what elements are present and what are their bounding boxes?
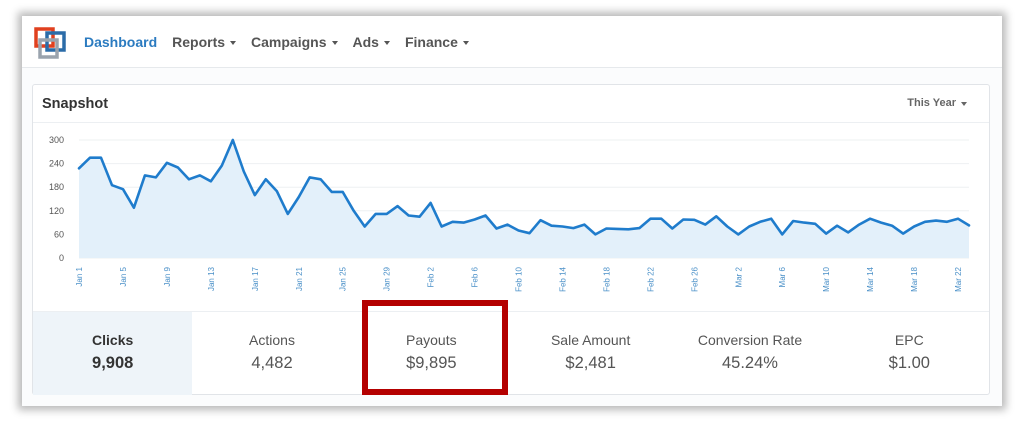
x-tick-label: Feb 22	[646, 266, 655, 291]
x-tick-label: Jan 5	[119, 266, 128, 286]
x-tick-label: Jan 1	[75, 266, 84, 286]
y-tick-label: 60	[54, 229, 64, 239]
stat-label: Sale Amount	[550, 332, 631, 348]
nav-item-ads[interactable]: Ads	[353, 34, 390, 50]
stacked-squares-logo-icon[interactable]	[34, 27, 66, 59]
y-tick-label: 0	[59, 253, 64, 263]
x-tick-label: Jan 13	[207, 266, 216, 291]
x-tick-label: Mar 18	[910, 266, 919, 291]
y-tick-label: 240	[49, 159, 64, 169]
y-tick-label: 300	[49, 135, 64, 145]
stat-value: $2,481	[565, 354, 616, 372]
nav-item-label: Dashboard	[84, 34, 158, 50]
x-tick-label: Mar 10	[822, 266, 831, 291]
x-tick-label: Feb 14	[558, 266, 567, 291]
period-dropdown[interactable]: This Year	[907, 97, 967, 109]
stat-conversion-rate[interactable]: Conversion Rate 45.24%	[670, 312, 829, 395]
x-tick-label: Mar 6	[778, 266, 787, 287]
payouts-highlight-box	[362, 300, 508, 395]
x-tick-label: Mar 22	[954, 266, 963, 291]
y-tick-label: 180	[49, 182, 64, 192]
x-tick-label: Mar 14	[866, 266, 875, 291]
x-tick-label: Mar 2	[734, 266, 743, 287]
y-tick-label: 120	[49, 206, 64, 216]
nav-item-dashboard[interactable]: Dashboard	[84, 34, 157, 50]
stat-actions[interactable]: Actions 4,482	[192, 312, 351, 395]
nav-item-label: Finance	[404, 34, 458, 50]
stat-value: 45.24%	[721, 354, 778, 372]
stats-bar: Clicks 9,908 Actions 4,482 Payouts $9,89…	[33, 311, 989, 395]
x-tick-label: Jan 17	[251, 266, 260, 291]
nav-item-campaigns[interactable]: Campaigns	[251, 34, 338, 50]
caret-down-icon	[961, 101, 967, 106]
x-tick-label: Feb 6	[471, 266, 480, 287]
stat-value: $1.00	[888, 354, 930, 372]
x-tick-label: Jan 29	[383, 266, 392, 291]
period-label: This Year	[907, 97, 956, 109]
stat-epc[interactable]: EPC $1.00	[830, 312, 989, 395]
series-area	[79, 140, 969, 258]
x-tick-label: Feb 18	[602, 266, 611, 291]
panel-header: Snapshot This Year	[33, 85, 989, 123]
nav-item-finance[interactable]: Finance	[405, 34, 469, 50]
x-tick-label: Feb 10	[515, 266, 524, 291]
nav-item-label: Reports	[172, 34, 226, 50]
stat-label: Actions	[249, 332, 295, 348]
x-tick-label: Jan 21	[295, 266, 304, 291]
nav-item-label: Campaigns	[251, 34, 327, 50]
x-tick-label: Jan 9	[163, 266, 172, 286]
x-tick-label: Feb 2	[427, 266, 436, 287]
nav-menu: Dashboard Reports Campaigns Ads Finance	[84, 16, 484, 68]
stat-label: Clicks	[92, 332, 134, 348]
stat-label: Conversion Rate	[697, 332, 803, 348]
panel-title: Snapshot	[42, 96, 109, 112]
caret-down-icon	[462, 40, 469, 45]
caret-down-icon	[230, 40, 237, 45]
x-tick-label: Feb 26	[690, 266, 699, 291]
snapshot-panel: Snapshot This Year 0 60 120 180 240 300 Jan 1 J…	[32, 84, 990, 395]
stat-clicks[interactable]: Clicks 9,908	[33, 312, 193, 395]
nav-item-label: Ads	[352, 34, 379, 50]
x-tick-label: Jan 25	[339, 266, 348, 291]
stat-value: 4,482	[251, 354, 293, 372]
caret-down-icon	[383, 40, 390, 45]
stat-label: EPC	[894, 332, 924, 348]
clicks-chart[interactable]: 0 60 120 180 240 300 Jan 1 Jan 5 Jan 9 Jan 13 Jan …	[33, 124, 989, 310]
top-navigation: Dashboard Reports Campaigns Ads Finance	[22, 16, 1002, 68]
stat-sale-amount[interactable]: Sale Amount $2,481	[511, 312, 670, 395]
stat-value: 9,908	[92, 354, 134, 372]
caret-down-icon	[331, 40, 338, 45]
nav-item-reports[interactable]: Reports	[172, 34, 237, 50]
app-window: Dashboard Reports Campaigns Ads Finance …	[22, 16, 1002, 406]
